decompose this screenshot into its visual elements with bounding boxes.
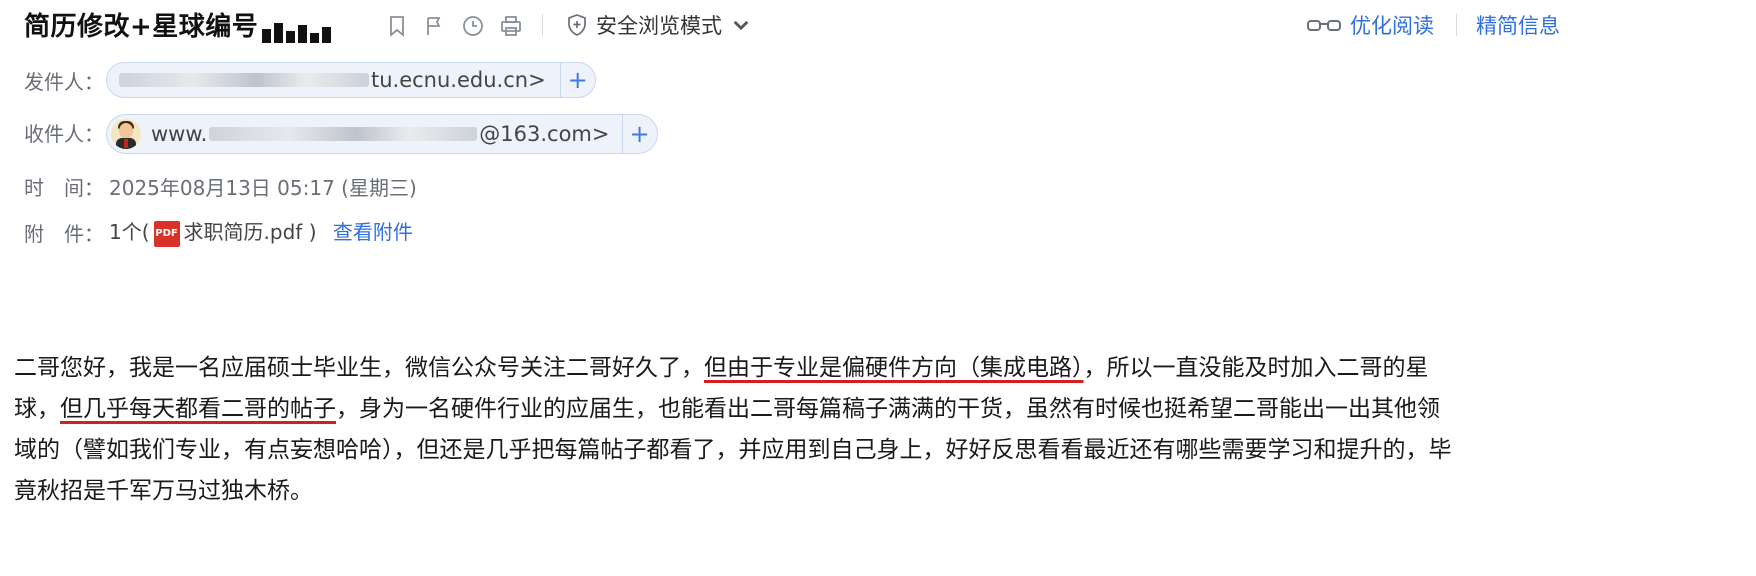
highlight-underline: 但几乎每天都看二哥的帖子 bbox=[60, 396, 336, 422]
pdf-icon: PDF bbox=[153, 220, 180, 247]
subject-redacted bbox=[262, 13, 334, 43]
attachment-close: ) bbox=[308, 220, 317, 244]
safe-browse-label: 安全浏览模式 bbox=[596, 14, 722, 38]
chevron-down-icon bbox=[733, 20, 749, 31]
email-body: 二哥您好，我是一名应届硕士毕业生，微信公众号关注二哥好久了，但由于专业是偏硬件方… bbox=[14, 348, 1756, 512]
time-label: 时 间： bbox=[24, 176, 104, 200]
avatar bbox=[111, 119, 141, 149]
shield-icon bbox=[568, 14, 586, 36]
attachment-file[interactable]: 求职简历.pdf bbox=[184, 220, 303, 244]
body-line: 域的（譬如我们专业，有点妄想哈哈），但还是几乎把每篇帖子都看了，并应用到自己身上… bbox=[14, 437, 1452, 463]
from-address: tu.ecnu.edu.cn> bbox=[107, 63, 546, 97]
clock-icon[interactable] bbox=[459, 12, 487, 40]
safe-browse-dropdown[interactable]: 安全浏览模式 bbox=[566, 10, 752, 40]
to-chip[interactable]: www. @163.com> + bbox=[106, 114, 658, 154]
glasses-icon bbox=[1307, 20, 1341, 31]
attachment-label: 附 件： bbox=[24, 222, 104, 246]
subject-text: 简历修改+星球编号 bbox=[24, 12, 259, 42]
print-icon[interactable] bbox=[497, 12, 525, 40]
bookmark-icon[interactable] bbox=[383, 12, 411, 40]
toolbar-divider bbox=[542, 14, 543, 36]
email-subject: 简历修改+星球编号 bbox=[24, 6, 334, 43]
from-label: 发件人： bbox=[24, 70, 104, 94]
redacted-sender bbox=[119, 73, 369, 87]
header-divider bbox=[1456, 14, 1457, 36]
attachment-row: 1个(PDF 求职简历.pdf ) 查看附件 bbox=[109, 216, 413, 247]
flag-icon[interactable] bbox=[421, 12, 449, 40]
attachment-count: 1个( bbox=[109, 220, 150, 244]
add-contact-button[interactable]: + bbox=[621, 115, 657, 153]
highlight-underline: 但由于专业是偏硬件方向（集成电路） bbox=[704, 355, 1084, 381]
to-label: 收件人： bbox=[24, 122, 104, 146]
slim-info-button[interactable]: 精简信息 bbox=[1476, 10, 1560, 40]
body-line: 二哥您好，我是一名应届硕士毕业生，微信公众号关注二哥好久了，但由于专业是偏硬件方… bbox=[14, 355, 1429, 381]
to-address: www. @163.com> bbox=[151, 122, 610, 146]
sent-time: 2025年08月13日 05:17 (星期三) bbox=[109, 176, 417, 200]
add-contact-button[interactable]: + bbox=[559, 63, 595, 97]
reader-mode-label: 优化阅读 bbox=[1350, 14, 1434, 38]
redacted-recipient bbox=[209, 127, 478, 141]
view-attachment-link[interactable]: 查看附件 bbox=[333, 220, 413, 244]
reader-mode-button[interactable]: 优化阅读 bbox=[1306, 10, 1434, 40]
body-line: 竟秋招是千军万马过独木桥。 bbox=[14, 478, 313, 504]
from-chip[interactable]: tu.ecnu.edu.cn> + bbox=[106, 62, 596, 98]
body-line: 球，但几乎每天都看二哥的帖子，身为一名硬件行业的应届生，也能看出二哥每篇稿子满满… bbox=[14, 396, 1440, 422]
